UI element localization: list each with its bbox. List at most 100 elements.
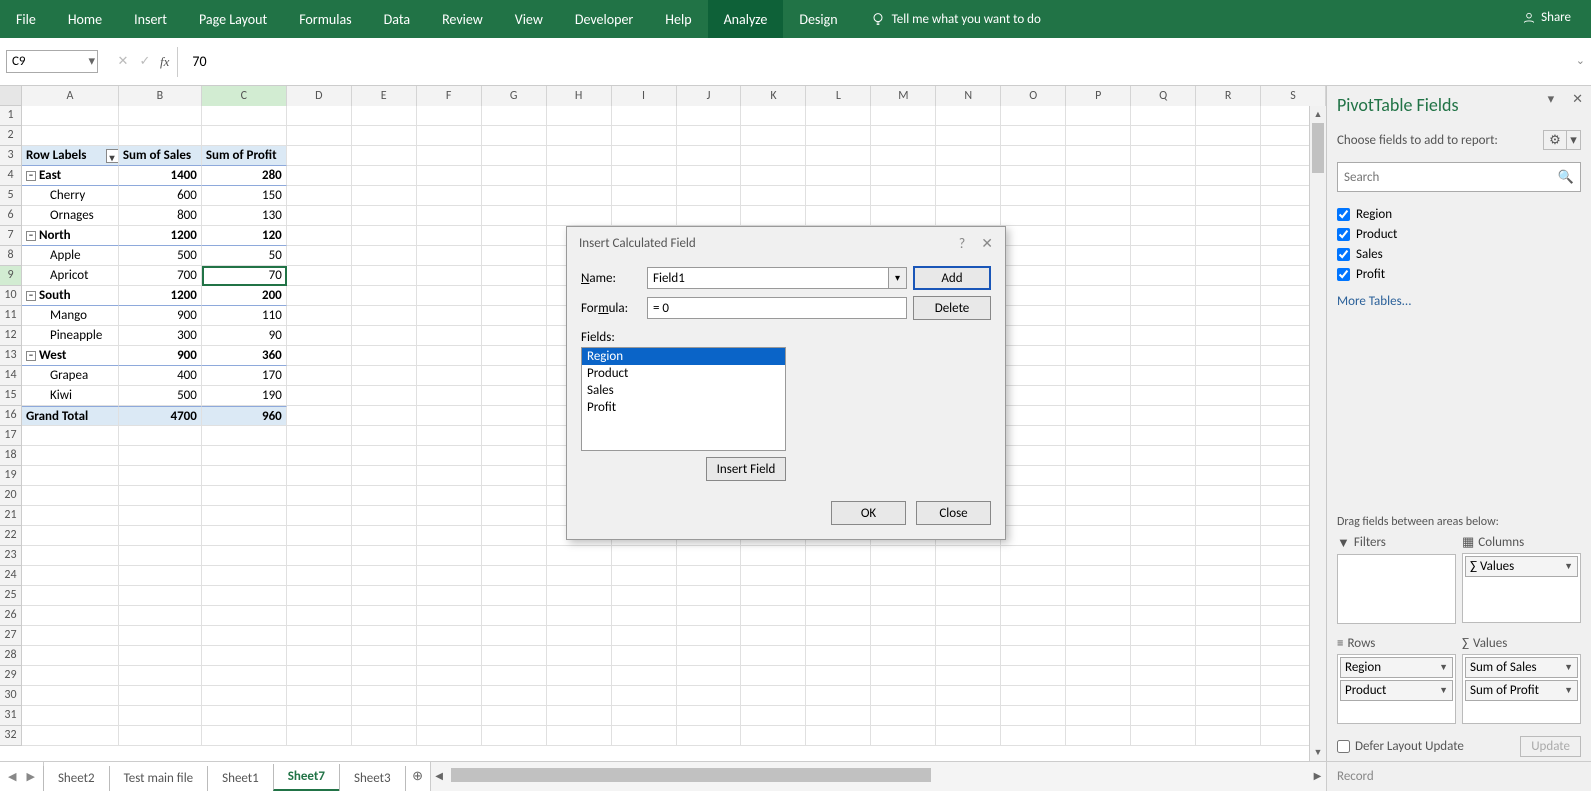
- column-header-N[interactable]: N: [936, 86, 1001, 106]
- cell[interactable]: [1001, 706, 1066, 726]
- cell[interactable]: [1131, 226, 1196, 246]
- cell[interactable]: [417, 626, 482, 646]
- cell[interactable]: [612, 106, 677, 126]
- cell[interactable]: [1196, 426, 1261, 446]
- cell[interactable]: [287, 446, 352, 466]
- ribbon-tab-view[interactable]: View: [499, 0, 559, 38]
- cell[interactable]: [1131, 186, 1196, 206]
- gear-icon[interactable]: ⚙: [1543, 130, 1567, 150]
- zone-values[interactable]: Sum of Sales▼Sum of Profit▼: [1462, 654, 1581, 724]
- cell[interactable]: [936, 546, 1001, 566]
- row-header[interactable]: 3: [0, 146, 22, 166]
- field-row-product[interactable]: Product: [1337, 224, 1581, 244]
- cell[interactable]: Cherry: [22, 186, 119, 206]
- cell[interactable]: [1066, 646, 1131, 666]
- sheet-tab-sheet2[interactable]: Sheet2: [43, 766, 110, 791]
- cell[interactable]: [547, 646, 612, 666]
- cell[interactable]: [352, 626, 417, 646]
- cell[interactable]: 200: [202, 286, 287, 306]
- cell[interactable]: 300: [119, 326, 202, 346]
- hscroll-right-icon[interactable]: ▶: [1309, 762, 1326, 790]
- cell[interactable]: [871, 666, 936, 686]
- cell[interactable]: 600: [119, 186, 202, 206]
- cell[interactable]: [547, 666, 612, 686]
- sheet-tab-sheet7[interactable]: Sheet7: [273, 764, 340, 791]
- cell[interactable]: [1001, 366, 1066, 386]
- formula-input[interactable]: [186, 53, 1585, 70]
- cell[interactable]: [1066, 186, 1131, 206]
- cell[interactable]: [1196, 386, 1261, 406]
- cell[interactable]: 1400: [119, 166, 202, 186]
- cell[interactable]: [202, 426, 287, 446]
- cell[interactable]: [677, 206, 742, 226]
- cell[interactable]: [1196, 586, 1261, 606]
- field-row-profit[interactable]: Profit: [1337, 264, 1581, 284]
- cell[interactable]: [1066, 226, 1131, 246]
- cell[interactable]: [287, 186, 352, 206]
- cell[interactable]: [417, 466, 482, 486]
- cell[interactable]: [287, 106, 352, 126]
- cell[interactable]: [482, 346, 547, 366]
- cell[interactable]: [1066, 266, 1131, 286]
- cell[interactable]: [806, 166, 871, 186]
- field-option[interactable]: Product: [582, 365, 785, 382]
- cell[interactable]: 700: [119, 266, 202, 286]
- cell[interactable]: [482, 106, 547, 126]
- cell[interactable]: [352, 166, 417, 186]
- cell[interactable]: −West: [22, 346, 119, 366]
- cell[interactable]: [547, 106, 612, 126]
- cell[interactable]: [287, 286, 352, 306]
- cell[interactable]: [1131, 246, 1196, 266]
- cell[interactable]: [417, 526, 482, 546]
- cell[interactable]: [417, 646, 482, 666]
- row-header[interactable]: 20: [0, 486, 22, 506]
- column-header-D[interactable]: D: [287, 86, 352, 106]
- cell[interactable]: [547, 166, 612, 186]
- cell[interactable]: [806, 146, 871, 166]
- cell[interactable]: [1196, 486, 1261, 506]
- cell[interactable]: [1196, 726, 1261, 746]
- cell[interactable]: [1196, 146, 1261, 166]
- fx-icon[interactable]: fx: [160, 54, 169, 70]
- column-header-Q[interactable]: Q: [1131, 86, 1196, 106]
- row-header[interactable]: 32: [0, 726, 22, 746]
- chevron-down-icon[interactable]: ▼: [1439, 685, 1448, 696]
- cell[interactable]: [202, 466, 287, 486]
- cell[interactable]: [1131, 306, 1196, 326]
- cell[interactable]: [287, 466, 352, 486]
- ribbon-tab-design[interactable]: Design: [783, 0, 853, 38]
- cell[interactable]: [1001, 386, 1066, 406]
- cell[interactable]: [612, 626, 677, 646]
- cell[interactable]: [1131, 166, 1196, 186]
- cell[interactable]: [677, 606, 742, 626]
- collapse-icon[interactable]: −: [26, 351, 36, 361]
- row-header[interactable]: 4: [0, 166, 22, 186]
- cell[interactable]: [352, 446, 417, 466]
- cell[interactable]: [1001, 486, 1066, 506]
- cell[interactable]: [1066, 446, 1131, 466]
- field-pill[interactable]: Sum of Sales▼: [1465, 657, 1578, 678]
- cell[interactable]: [22, 646, 119, 666]
- cell[interactable]: [417, 546, 482, 566]
- cell[interactable]: [482, 486, 547, 506]
- row-header[interactable]: 11: [0, 306, 22, 326]
- cell[interactable]: [22, 706, 119, 726]
- cell[interactable]: [287, 346, 352, 366]
- cell[interactable]: [1131, 446, 1196, 466]
- cell[interactable]: [202, 486, 287, 506]
- cell[interactable]: [417, 566, 482, 586]
- cell[interactable]: [871, 706, 936, 726]
- cell[interactable]: [352, 366, 417, 386]
- row-header[interactable]: 16: [0, 406, 22, 426]
- cell[interactable]: [482, 626, 547, 646]
- cell[interactable]: Sum of Sales: [119, 146, 202, 166]
- cell[interactable]: [202, 546, 287, 566]
- cell[interactable]: [417, 146, 482, 166]
- cell[interactable]: [547, 126, 612, 146]
- row-header[interactable]: 10: [0, 286, 22, 306]
- cell[interactable]: [1196, 646, 1261, 666]
- cell[interactable]: [1131, 146, 1196, 166]
- cell[interactable]: [22, 686, 119, 706]
- cell[interactable]: [417, 266, 482, 286]
- cell[interactable]: [677, 666, 742, 686]
